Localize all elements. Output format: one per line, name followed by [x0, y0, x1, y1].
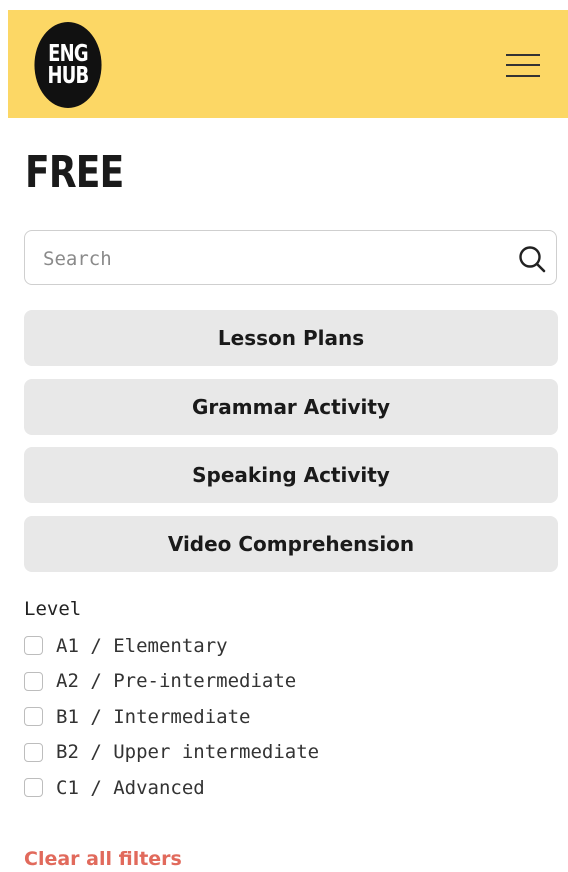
menu-bar	[506, 64, 540, 66]
site-header: ENG HUB	[8, 10, 568, 118]
checkbox[interactable]	[24, 707, 43, 727]
checkbox[interactable]	[24, 671, 43, 691]
level-option-label: A2 / Pre-intermediate	[56, 670, 297, 693]
level-option-b2[interactable]: B2 / Upper intermediate	[24, 735, 424, 771]
level-option-label: C1 / Advanced	[56, 776, 205, 799]
level-option-a2[interactable]: A2 / Pre-intermediate	[24, 664, 424, 700]
category-lesson-plans-button[interactable]: Lesson Plans	[24, 310, 558, 366]
page-title: FREE	[25, 147, 124, 198]
search-box	[24, 230, 557, 286]
menu-bar	[506, 75, 540, 77]
menu-bar	[506, 54, 540, 56]
level-option-label: B2 / Upper intermediate	[56, 741, 320, 764]
category-grammar-activity-button[interactable]: Grammar Activity	[24, 379, 558, 435]
category-speaking-activity-button[interactable]: Speaking Activity	[24, 447, 558, 503]
level-option-b1[interactable]: B1 / Intermediate	[24, 699, 424, 735]
level-option-c1[interactable]: C1 / Advanced	[24, 770, 424, 806]
checkbox[interactable]	[24, 742, 43, 762]
level-heading: Level	[24, 598, 82, 620]
checkbox[interactable]	[24, 778, 43, 798]
logo-text-line1: ENG	[48, 41, 88, 67]
search-icon[interactable]	[517, 244, 547, 274]
search-input[interactable]	[41, 231, 505, 286]
level-option-a1[interactable]: A1 / Elementary	[24, 628, 424, 664]
level-option-label: A1 / Elementary	[56, 634, 228, 657]
hamburger-menu-icon[interactable]	[506, 50, 544, 80]
checkbox[interactable]	[24, 636, 43, 656]
level-options: A1 / Elementary A2 / Pre-intermediate B1…	[24, 628, 424, 806]
logo-text-line2: HUB	[47, 63, 90, 89]
enghub-logo[interactable]: ENG HUB	[34, 22, 102, 108]
level-option-label: B1 / Intermediate	[56, 705, 251, 728]
category-video-comprehension-button[interactable]: Video Comprehension	[24, 516, 558, 572]
clear-all-filters-link[interactable]: Clear all filters	[24, 848, 182, 870]
